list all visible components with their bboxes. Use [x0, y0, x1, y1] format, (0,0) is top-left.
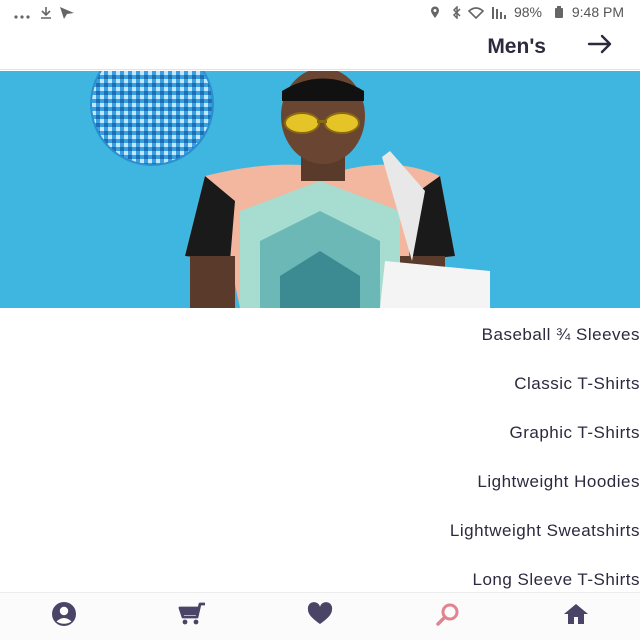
hero-photo — [0, 71, 640, 308]
nav-cart[interactable] — [168, 595, 216, 639]
nav-account[interactable] — [40, 595, 88, 639]
wifi-icon — [467, 6, 485, 20]
category-label: Lightweight Sweatshirts — [449, 520, 640, 540]
app-bar: Men's — [0, 24, 640, 70]
category-item-lightweight-hoodies[interactable]: Lightweight Hoodies — [0, 457, 640, 506]
category-item-graphic-tshirts[interactable]: Graphic T-Shirts — [0, 408, 640, 457]
download-icon — [38, 6, 52, 19]
account-icon — [50, 600, 78, 633]
signal-icon — [491, 6, 506, 19]
category-item-lightweight-sweatshirts[interactable]: Lightweight Sweatshirts — [0, 506, 640, 555]
back-button[interactable] — [580, 27, 620, 67]
category-label: Long Sleeve T-Shirts — [472, 569, 640, 589]
time-text: 9:48 PM — [571, 4, 624, 20]
battery-text: 98% — [513, 4, 542, 20]
status-right — [14, 6, 74, 19]
hero-banner — [0, 71, 640, 308]
send-icon — [60, 6, 74, 19]
heart-icon — [306, 602, 334, 631]
category-label: Graphic T-Shirts — [509, 422, 640, 442]
battery-icon — [550, 6, 564, 18]
nav-home[interactable] — [552, 595, 600, 639]
home-icon — [562, 602, 590, 631]
category-list: Baseball ¾ Sleeves Classic T-Shirts Grap… — [0, 310, 640, 592]
category-item-long-sleeve-tshirts[interactable]: Long Sleeve T-Shirts — [0, 555, 640, 592]
category-label: Classic T-Shirts — [514, 373, 640, 393]
location-icon — [426, 6, 440, 18]
nav-search[interactable] — [424, 595, 472, 639]
nav-favorites[interactable] — [296, 595, 344, 639]
category-label: Lightweight Hoodies — [477, 471, 640, 491]
category-item-classic-tshirts[interactable]: Classic T-Shirts — [0, 359, 640, 408]
more-icon — [14, 6, 30, 19]
app-screen: 9:48 PM 98% Men's Baseball ¾ Sleeves Cla… — [0, 0, 640, 640]
category-item-baseball-sleeves[interactable]: Baseball ¾ Sleeves — [0, 310, 640, 359]
status-left: 9:48 PM 98% — [426, 4, 624, 20]
cart-icon — [177, 601, 207, 632]
arrow-back-icon — [587, 34, 613, 59]
bluetooth-icon — [448, 5, 462, 20]
bottom-navigation — [0, 592, 640, 640]
status-bar: 9:48 PM 98% — [0, 0, 640, 24]
category-label: Baseball ¾ Sleeves — [481, 324, 640, 344]
page-title: Men's — [487, 34, 546, 58]
search-icon — [435, 601, 461, 632]
